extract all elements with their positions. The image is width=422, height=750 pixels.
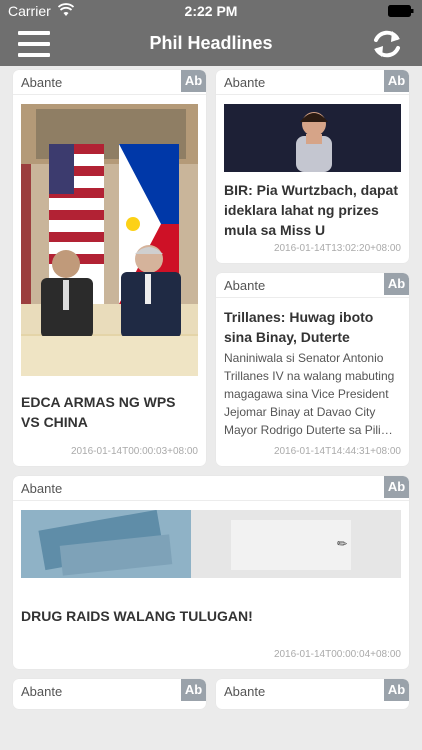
status-bar: Carrier 2:22 PM [0, 0, 422, 22]
news-image [224, 104, 401, 172]
news-source: Abante [21, 481, 63, 496]
news-summary: Naniniwala si Senator Antonio Trillanes … [224, 351, 395, 437]
news-headline: Trillanes: Huwag iboto sina Binay, Duter… [224, 309, 374, 345]
news-image: ✎ [21, 510, 401, 578]
source-badge: Ab [384, 70, 409, 92]
refresh-icon[interactable] [370, 27, 404, 61]
divider [13, 500, 409, 501]
status-time: 2:22 PM [184, 3, 238, 19]
source-badge: Ab [384, 476, 409, 498]
source-badge: Ab [181, 679, 206, 701]
news-card[interactable]: Abante Ab [216, 679, 409, 709]
news-card[interactable]: Abante Ab BIR: Pia Wurtzbach, dapat idek… [216, 70, 409, 263]
divider [13, 94, 206, 95]
news-source: Abante [224, 75, 266, 90]
news-date: 2016-01-14T00:00:04+08:00 [273, 649, 401, 660]
source-badge: Ab [181, 70, 206, 92]
news-source: Abante [224, 278, 266, 293]
news-image [21, 104, 198, 376]
news-headline: BIR: Pia Wurtzbach, dapat ideklara lahat… [224, 182, 398, 238]
news-card[interactable]: Abante Ab ✎ DRUG RAIDS WALANG TULUGAN! 2… [13, 476, 409, 669]
divider [216, 94, 409, 95]
news-headline: DRUG RAIDS WALANG TULUGAN! [21, 608, 253, 624]
source-badge: Ab [384, 273, 409, 295]
news-date: 2016-01-14T13:02:20+08:00 [273, 243, 401, 254]
news-source: Abante [21, 684, 63, 699]
news-date: 2016-01-14T14:44:31+08:00 [273, 446, 401, 457]
news-card[interactable]: Abante Ab Trillanes: Huwag iboto sina Bi… [216, 273, 409, 466]
divider [216, 297, 409, 298]
news-source: Abante [224, 684, 266, 699]
navigation-bar: Phil Headlines [0, 22, 422, 66]
source-badge: Ab [384, 679, 409, 701]
battery-icon [388, 5, 414, 17]
news-headline: EDCA ARMAS NG WPS VS CHINA [21, 394, 176, 430]
page-title: Phil Headlines [149, 33, 273, 53]
news-card[interactable]: Abante Ab [13, 679, 206, 709]
news-date: 2016-01-14T00:00:03+08:00 [70, 446, 198, 457]
news-card[interactable]: Abante Ab [13, 70, 206, 466]
news-source: Abante [21, 75, 63, 90]
